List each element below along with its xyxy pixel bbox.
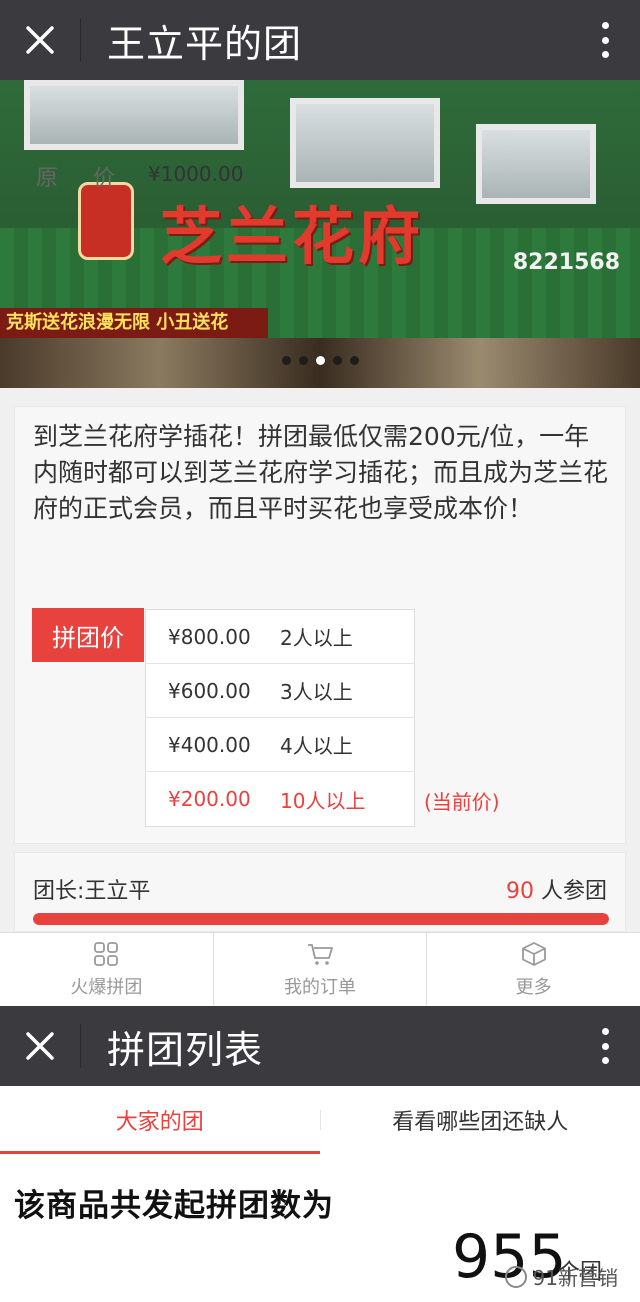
grid-icon — [94, 941, 119, 966]
close-icon — [26, 26, 54, 54]
product-description: 到芝兰花府学插花！拼团最低仅需200元/位，一年内随时都可以到芝兰花府学习插花；… — [33, 422, 609, 523]
more-menu-button[interactable] — [600, 22, 610, 58]
divider — [80, 18, 81, 62]
close-button[interactable] — [0, 0, 80, 80]
close-button[interactable] — [0, 1006, 80, 1086]
store-phone: 8221568 — [512, 250, 620, 275]
participant-count: 90 人参团 — [506, 873, 607, 905]
tab-label: 更多 — [515, 976, 552, 998]
tier-people: 2人以上 — [280, 626, 353, 650]
more-dots-icon — [601, 1028, 609, 1035]
banner-carousel[interactable]: 芝兰花府 8221568 克斯送花浪漫无限 小丑送花 — [0, 80, 640, 388]
tab-hot-group[interactable]: 火爆拼团 — [0, 933, 214, 1006]
page-title: 王立平的团 — [107, 21, 303, 66]
tier-price: ¥200.00 — [168, 787, 251, 811]
more-dots-icon — [601, 22, 609, 29]
building-window — [24, 80, 244, 150]
group-leader-card: 团长:王立平 90 人参团 — [14, 852, 626, 932]
total-label: 该商品共发起拼团数为 — [14, 1188, 334, 1224]
divider — [80, 1024, 81, 1068]
carousel-dot-active[interactable] — [316, 356, 325, 365]
current-price-note: (当前价) — [424, 790, 500, 814]
carousel-dot[interactable] — [333, 356, 342, 365]
store-name-sign: 芝兰花府 — [160, 200, 425, 273]
segment-tabs: 大家的团 看看哪些团还缺人 — [0, 1086, 640, 1154]
tab-my-orders[interactable]: 我的订单 — [214, 933, 428, 1006]
tier-people: 4人以上 — [280, 734, 353, 758]
cart-icon — [308, 943, 333, 965]
bottom-tab-bar: 火爆拼团 我的订单 更多 — [0, 932, 640, 1006]
page-title: 拼团列表 — [107, 1027, 264, 1072]
more-menu-button[interactable] — [600, 1028, 610, 1064]
tab-label: 我的订单 — [284, 976, 356, 998]
price-tier-table: ¥800.00 2人以上 ¥600.00 3人以上 ¥400.00 4人以上 ¥… — [145, 609, 415, 827]
building-window — [476, 124, 596, 204]
ad-strip: 克斯送花浪漫无限 小丑送花 — [0, 308, 268, 338]
store-logo — [78, 182, 134, 260]
watermark-text: 91新营销 — [532, 1266, 618, 1290]
participant-number: 90 — [506, 879, 534, 904]
carousel-dot[interactable] — [282, 356, 291, 365]
carousel-dot[interactable] — [299, 356, 308, 365]
progress-bar — [33, 913, 609, 925]
cube-icon — [521, 941, 546, 966]
building-window — [290, 98, 440, 188]
price-tier-row: ¥400.00 4人以上 — [146, 718, 414, 772]
tier-people: 10人以上 — [280, 788, 366, 813]
tab-label: 火爆拼团 — [70, 976, 143, 998]
original-price-row: 原 价 ¥1000.00 — [36, 160, 243, 192]
tier-price: ¥600.00 — [168, 678, 251, 703]
top-nav-bar-2: 拼团列表 — [0, 1006, 640, 1086]
participant-suffix: 人参团 — [534, 879, 607, 904]
tier-price: ¥400.00 — [168, 732, 251, 757]
tier-people: 3人以上 — [280, 680, 353, 704]
tab-more[interactable]: 更多 — [427, 933, 640, 1006]
carousel-indicator[interactable] — [282, 356, 359, 365]
top-nav-bar: 王立平的团 — [0, 0, 640, 80]
group-leader-name: 团长:王立平 — [33, 879, 151, 904]
group-price-tag: 拼团价 — [32, 608, 144, 662]
watermark: 91新营销 — [504, 1262, 618, 1291]
tab-everyone-groups[interactable]: 大家的团 — [0, 1086, 320, 1154]
original-price-value: ¥1000.00 — [148, 162, 244, 186]
price-tier-row: ¥600.00 3人以上 — [146, 664, 414, 718]
wechat-icon — [504, 1265, 527, 1288]
price-tier-row-current: ¥200.00 10人以上 — [146, 772, 414, 826]
progress-fill — [33, 913, 609, 925]
original-price-label: 原 价 — [36, 166, 129, 191]
close-icon — [26, 1032, 54, 1060]
carousel-dot[interactable] — [350, 356, 359, 365]
tier-price: ¥800.00 — [168, 624, 251, 649]
price-tier-row: ¥800.00 2人以上 — [146, 610, 414, 664]
tab-groups-missing-people[interactable]: 看看哪些团还缺人 — [321, 1086, 640, 1154]
